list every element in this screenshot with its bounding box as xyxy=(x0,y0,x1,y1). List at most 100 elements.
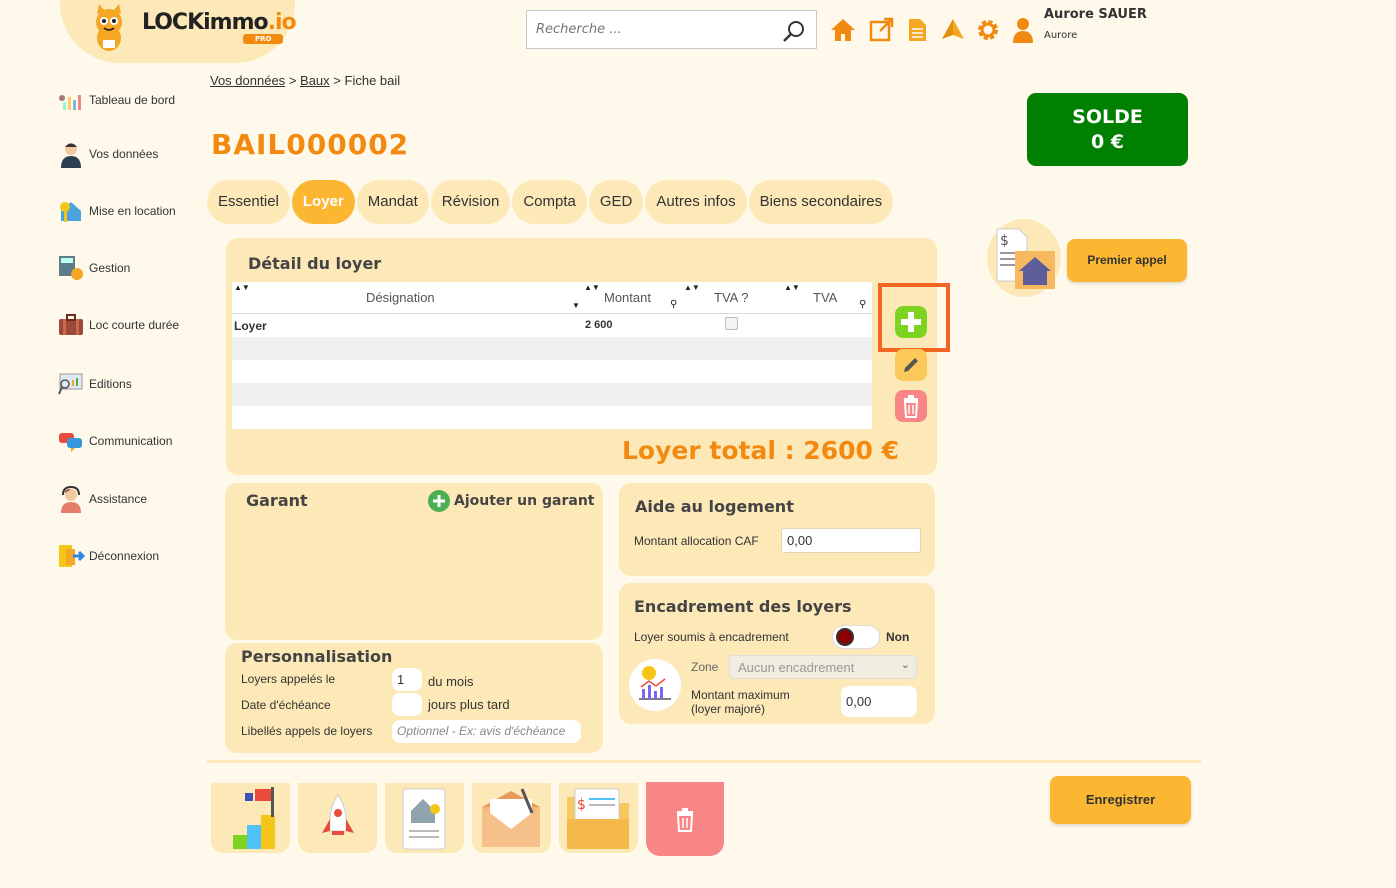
sidebar-item-label: Loc courte durée xyxy=(89,318,180,332)
folder-invoice-tile[interactable]: $ xyxy=(559,783,638,853)
mail-tile[interactable] xyxy=(472,783,551,853)
col-montant[interactable]: Montant xyxy=(604,290,651,305)
sidebar-item-gestion[interactable]: Gestion xyxy=(57,254,130,282)
plus-circle-icon xyxy=(428,490,450,512)
dashboard-icon xyxy=(59,95,81,110)
chat-bubbles-icon xyxy=(59,433,82,452)
sidebar-item-label: Tableau de bord xyxy=(89,93,176,107)
echeance-input[interactable] xyxy=(392,693,422,716)
page-title: BAIL000002 xyxy=(211,128,410,161)
solde-label: SOLDE xyxy=(1072,106,1143,128)
flag-steps-icon xyxy=(233,787,275,849)
sidebar-item-tableau-de-bord[interactable]: Tableau de bord xyxy=(57,86,175,114)
libelles-input[interactable]: Optionnel - Ex: avis d'échéance xyxy=(392,720,581,743)
cell-montant: 2 600 xyxy=(585,319,613,331)
max-value-input[interactable]: 0,00 xyxy=(841,686,917,717)
cell-designation: Loyer xyxy=(234,319,267,333)
tab-essentiel[interactable]: Essentiel xyxy=(207,180,290,224)
gear-icon[interactable] xyxy=(975,17,1001,43)
external-link-icon[interactable] xyxy=(868,17,894,43)
house-key-icon xyxy=(60,202,81,222)
magnifier-icon[interactable]: ⚲ xyxy=(859,299,866,310)
tva-checkbox[interactable] xyxy=(725,317,738,330)
add-garant-button[interactable]: Ajouter un garant xyxy=(428,490,594,512)
sidebar-item-editions[interactable]: Editions xyxy=(57,370,132,398)
sidebar-item-mise-en-location[interactable]: Mise en location xyxy=(57,197,176,225)
document-icon[interactable] xyxy=(904,17,930,43)
appeles-input[interactable]: 1 xyxy=(392,668,422,691)
sidebar-item-communication[interactable]: Communication xyxy=(57,427,172,455)
filter-icon[interactable]: ▼ xyxy=(572,301,580,310)
table-header: ▲▼ Désignation ▲▼ ▼ Montant ▲▼ ⚲ TVA ? ▲… xyxy=(232,282,872,314)
tab-revision[interactable]: Révision xyxy=(430,180,511,224)
app-logo[interactable]: LOCKimmo.io xyxy=(142,10,297,35)
tab-compta[interactable]: Compta xyxy=(512,180,587,224)
cat-mascot-icon xyxy=(96,4,122,51)
tab-autres-infos[interactable]: Autres infos xyxy=(645,180,747,224)
person-icon xyxy=(61,143,81,168)
headset-icon xyxy=(61,485,81,513)
folder-invoice-icon: $ xyxy=(567,788,629,849)
encadrement-toggle[interactable] xyxy=(832,625,880,649)
garant-title: Garant xyxy=(246,491,308,510)
personnalisation-panel: Personnalisation Loyers appelés le 1 du … xyxy=(225,643,603,753)
soumis-label: Loyer soumis à encadrement xyxy=(634,630,789,644)
tab-ged[interactable]: GED xyxy=(588,180,644,224)
home-icon[interactable] xyxy=(830,17,856,43)
steps-tile[interactable] xyxy=(211,783,290,853)
sidebar-item-label: Déconnexion xyxy=(89,549,160,563)
house-document-tile[interactable] xyxy=(385,783,464,853)
sort-arrows-icon[interactable]: ▲▼ xyxy=(234,283,250,292)
sailboat-icon[interactable] xyxy=(940,17,966,43)
aide-logement-panel: Aide au logement Montant allocation CAF … xyxy=(619,483,935,576)
sidebar-item-label: Communication xyxy=(89,434,173,448)
rocket-icon xyxy=(322,794,354,835)
user-name[interactable]: Aurore SAUER xyxy=(1044,7,1147,22)
sidebar-item-assistance[interactable]: Assistance xyxy=(57,485,147,513)
sidebar-item-label: Vos données xyxy=(89,147,159,161)
sidebar-item-label: Mise en location xyxy=(89,204,176,218)
rocket-tile[interactable] xyxy=(298,783,377,853)
mail-signature-icon xyxy=(482,788,540,847)
col-designation[interactable]: Désignation xyxy=(366,290,435,305)
rent-house-document-icon: $ xyxy=(987,219,1061,297)
tab-biens-secondaires[interactable]: Biens secondaires xyxy=(748,180,894,224)
tab-loyer[interactable]: Loyer xyxy=(291,180,355,224)
col-tva[interactable]: TVA xyxy=(813,290,837,305)
echeance-label: Date d'échéance xyxy=(241,698,331,712)
solde-value: 0 € xyxy=(1090,131,1125,153)
svg-text:$: $ xyxy=(1000,233,1009,249)
sidebar-item-deconnexion[interactable]: Déconnexion xyxy=(57,542,159,570)
save-button[interactable]: Enregistrer xyxy=(1050,776,1191,824)
sidebar-item-loc-courte-duree[interactable]: Loc courte durée xyxy=(57,311,179,339)
sort-arrows-icon[interactable]: ▲▼ xyxy=(584,283,600,292)
soumis-value: Non xyxy=(886,630,910,644)
user-icon[interactable] xyxy=(1010,17,1036,43)
loyer-total: Loyer total : 2600 € xyxy=(622,436,899,465)
delete-tile[interactable] xyxy=(646,782,724,856)
zone-select[interactable]: Aucun encadrement ⌄ xyxy=(729,655,917,679)
logo-pro-badge: PRO xyxy=(243,34,284,44)
breadcrumb-vos-donnees[interactable]: Vos données xyxy=(210,73,285,88)
trash-icon xyxy=(676,808,694,832)
sort-arrows-icon[interactable]: ▲▼ xyxy=(684,283,700,292)
search-input[interactable] xyxy=(527,11,767,48)
search-icon[interactable] xyxy=(782,19,806,43)
edit-row-button[interactable] xyxy=(895,349,927,381)
encadrement-title: Encadrement des loyers xyxy=(634,597,852,616)
user-subname: Aurore xyxy=(1044,30,1078,41)
table-row xyxy=(232,406,872,429)
delete-row-button[interactable] xyxy=(895,390,927,422)
sidebar-item-label: Assistance xyxy=(89,492,148,506)
max-label: Montant maximum (loyer majoré) xyxy=(691,688,790,716)
sidebar-item-vos-donnees[interactable]: Vos données xyxy=(57,140,158,168)
table-row[interactable]: Loyer 2 600 xyxy=(232,314,872,337)
caf-input[interactable]: 0,00 xyxy=(781,528,921,553)
libelles-label: Libellés appels de loyers xyxy=(241,724,373,738)
magnifier-icon[interactable]: ⚲ xyxy=(670,299,677,310)
col-tva-question[interactable]: TVA ? xyxy=(714,290,748,305)
premier-appel-button[interactable]: Premier appel xyxy=(1067,239,1187,282)
breadcrumb-baux[interactable]: Baux xyxy=(300,73,330,88)
sort-arrows-icon[interactable]: ▲▼ xyxy=(784,283,800,292)
tab-mandat[interactable]: Mandat xyxy=(356,180,429,224)
